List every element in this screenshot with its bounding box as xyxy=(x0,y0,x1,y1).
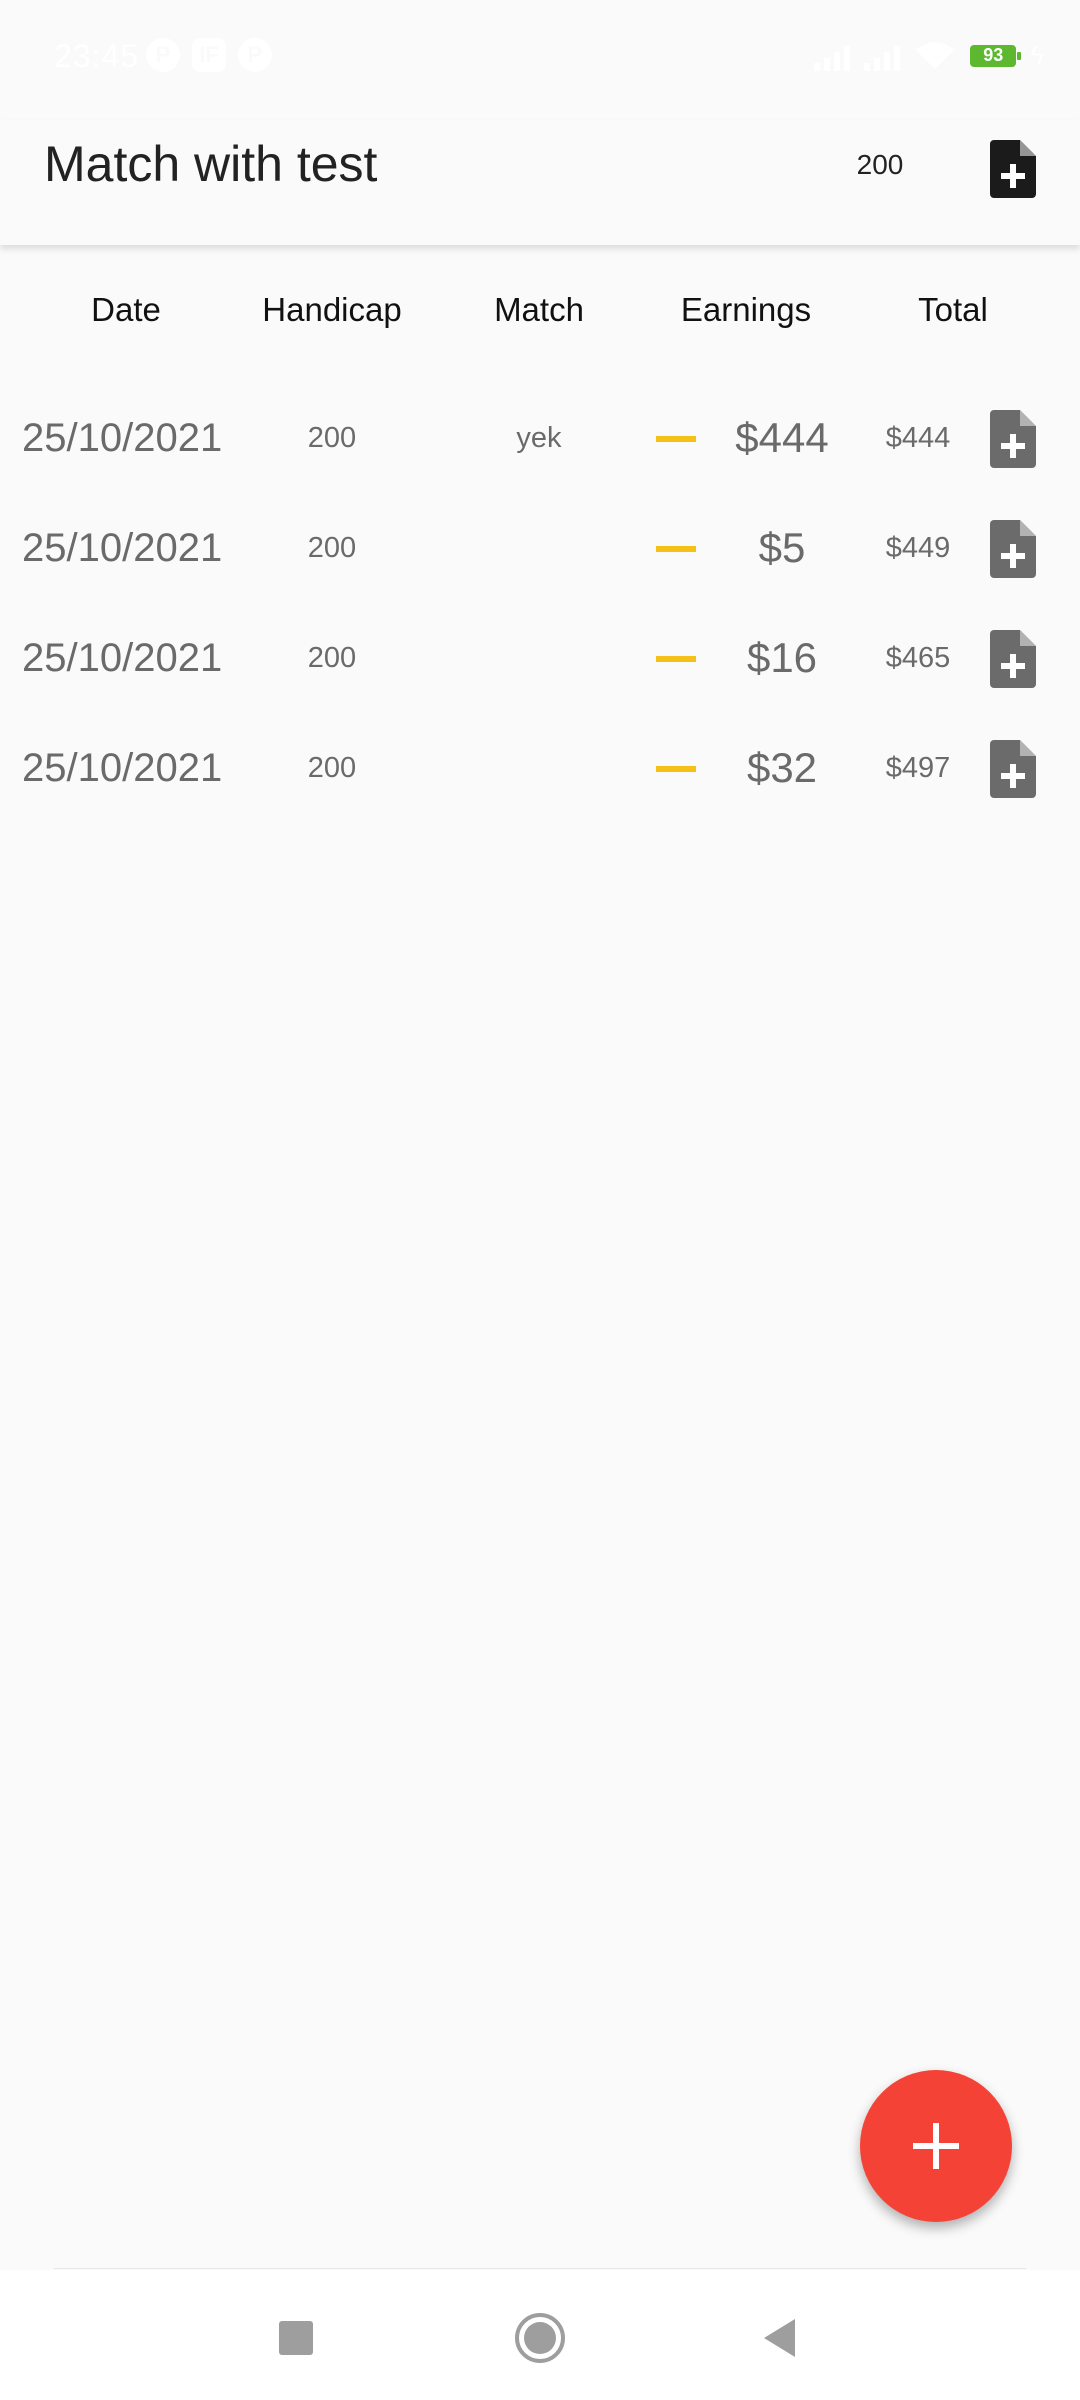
table-header: Date Handicap Match Earnings Total xyxy=(0,280,1080,340)
row-total: $444 xyxy=(885,422,951,454)
table-row[interactable]: 25/10/2021 200 yek $444 $444 xyxy=(0,388,1080,488)
handicap-value: 200 xyxy=(856,149,904,180)
row-date: 25/10/2021 xyxy=(22,636,223,680)
table-row[interactable]: 25/10/2021 200 $5 $449 xyxy=(0,498,1080,598)
row-total: $497 xyxy=(885,752,951,784)
wifi-icon xyxy=(916,41,955,69)
page-title: Match with test xyxy=(44,136,378,192)
column-header-match: Match xyxy=(494,291,584,328)
column-header-earnings: Earnings xyxy=(680,291,812,328)
note-add-icon[interactable] xyxy=(990,410,1036,468)
row-date: 25/10/2021 xyxy=(22,526,223,570)
status-indicators: 93 ϟ xyxy=(814,40,1044,71)
plus-icon xyxy=(913,2123,959,2169)
status-notification-icons: P IF P xyxy=(146,38,272,72)
signal-strength-icon xyxy=(864,41,901,71)
add-button[interactable] xyxy=(860,2070,1012,2222)
charging-icon: ϟ xyxy=(1030,40,1044,70)
row-total: $449 xyxy=(885,532,951,564)
column-header-total: Total xyxy=(918,291,988,328)
dash-indicator xyxy=(656,656,696,662)
row-earnings: $32 xyxy=(746,744,818,791)
column-header-date: Date xyxy=(91,291,161,328)
note-add-icon[interactable] xyxy=(990,740,1036,798)
recents-square-icon[interactable] xyxy=(266,2310,326,2366)
signal-strength-icon xyxy=(814,41,851,71)
status-time: 23:45 xyxy=(54,38,140,74)
app-bar: Match with test 200 xyxy=(0,120,1080,245)
notification-app-icon: P xyxy=(238,38,272,72)
row-match: yek xyxy=(516,422,562,454)
note-add-icon[interactable] xyxy=(990,630,1036,688)
battery-level: 93 xyxy=(983,45,1004,65)
row-date: 25/10/2021 xyxy=(22,746,223,790)
row-earnings: $444 xyxy=(735,414,829,461)
back-triangle-icon[interactable] xyxy=(750,2310,810,2366)
status-bar: 23:45 P IF P 93 ϟ xyxy=(0,0,1080,120)
row-handicap: 200 xyxy=(307,752,357,784)
dash-indicator xyxy=(656,436,696,442)
notification-app-icon: IF xyxy=(192,38,226,72)
dash-indicator xyxy=(656,546,696,552)
dash-indicator xyxy=(656,766,696,772)
row-handicap: 200 xyxy=(307,422,357,454)
table-row[interactable]: 25/10/2021 200 $32 $497 xyxy=(0,718,1080,818)
row-earnings: $16 xyxy=(746,634,818,681)
notification-app-icon: P xyxy=(146,38,180,72)
home-circle-icon[interactable] xyxy=(510,2310,570,2366)
battery-icon: 93 xyxy=(970,44,1022,67)
row-earnings: $5 xyxy=(758,524,806,571)
system-navigation-bar xyxy=(0,2270,1080,2400)
divider xyxy=(54,2268,1026,2269)
note-add-icon[interactable] xyxy=(990,520,1036,578)
table-row[interactable]: 25/10/2021 200 $16 $465 xyxy=(0,608,1080,708)
note-add-icon[interactable] xyxy=(990,140,1036,198)
row-handicap: 200 xyxy=(307,532,357,564)
row-date: 25/10/2021 xyxy=(22,416,223,460)
row-handicap: 200 xyxy=(307,642,357,674)
column-header-handicap: Handicap xyxy=(262,291,402,328)
row-total: $465 xyxy=(885,642,951,674)
